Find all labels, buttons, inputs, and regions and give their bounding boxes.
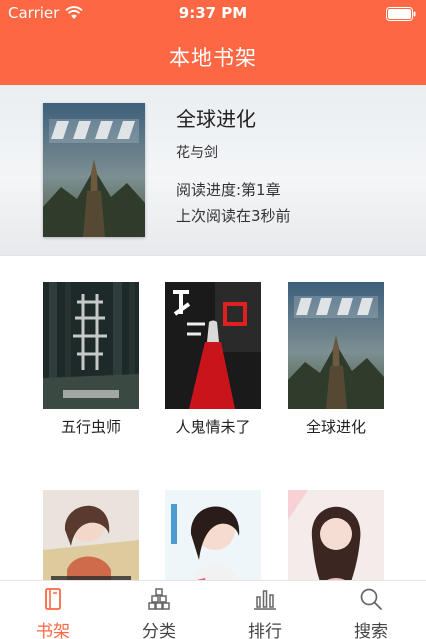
navigation-header: Carrier 9:37 PM 本地书架 <box>0 0 426 85</box>
book-title: 人鬼情未了 <box>175 418 251 436</box>
book-title: 全球进化 <box>305 418 366 436</box>
status-bar: Carrier 9:37 PM <box>0 0 426 28</box>
tab-bookshelf[interactable]: 书架 <box>0 581 106 639</box>
status-time: 9:37 PM <box>178 4 248 22</box>
book-title: 五行虫师 <box>60 418 121 436</box>
tab-ranking-label: 排行 <box>248 622 282 639</box>
book-item[interactable]: 五行虫师 <box>43 282 139 437</box>
last-read-time: 上次阅读在3秒前 <box>176 207 291 225</box>
tab-search[interactable]: 搜索 <box>318 581 424 639</box>
tab-search-label: 搜索 <box>354 622 388 639</box>
tab-bookshelf-label: 书架 <box>36 622 70 639</box>
battery-icon <box>386 7 416 21</box>
search-icon <box>360 588 382 610</box>
page-title: 本地书架 <box>169 46 257 70</box>
reading-progress: 阅读进度:第1章 <box>176 181 281 199</box>
tab-bar: 书架 分类 排行 搜索 <box>0 580 426 639</box>
tab-category[interactable]: 分类 <box>106 581 212 639</box>
category-icon <box>148 588 170 610</box>
bookshelf-icon <box>45 588 61 610</box>
book-cover[interactable] <box>165 282 261 409</box>
book-item[interactable]: 全球进化 <box>288 282 384 437</box>
tab-ranking[interactable]: 排行 <box>212 581 318 639</box>
last-read-card[interactable]: 全球进化 花与剑 阅读进度:第1章 上次阅读在3秒前 <box>0 85 426 256</box>
book-cover[interactable] <box>43 282 139 409</box>
featured-book-title: 全球进化 <box>176 107 256 131</box>
book-cover[interactable] <box>288 282 384 409</box>
book-item[interactable]: 人鬼情未了 <box>165 282 261 437</box>
tab-category-label: 分类 <box>142 622 176 639</box>
featured-book-cover[interactable] <box>43 103 145 237</box>
featured-book-author: 花与剑 <box>176 145 218 161</box>
ranking-icon <box>254 590 276 610</box>
